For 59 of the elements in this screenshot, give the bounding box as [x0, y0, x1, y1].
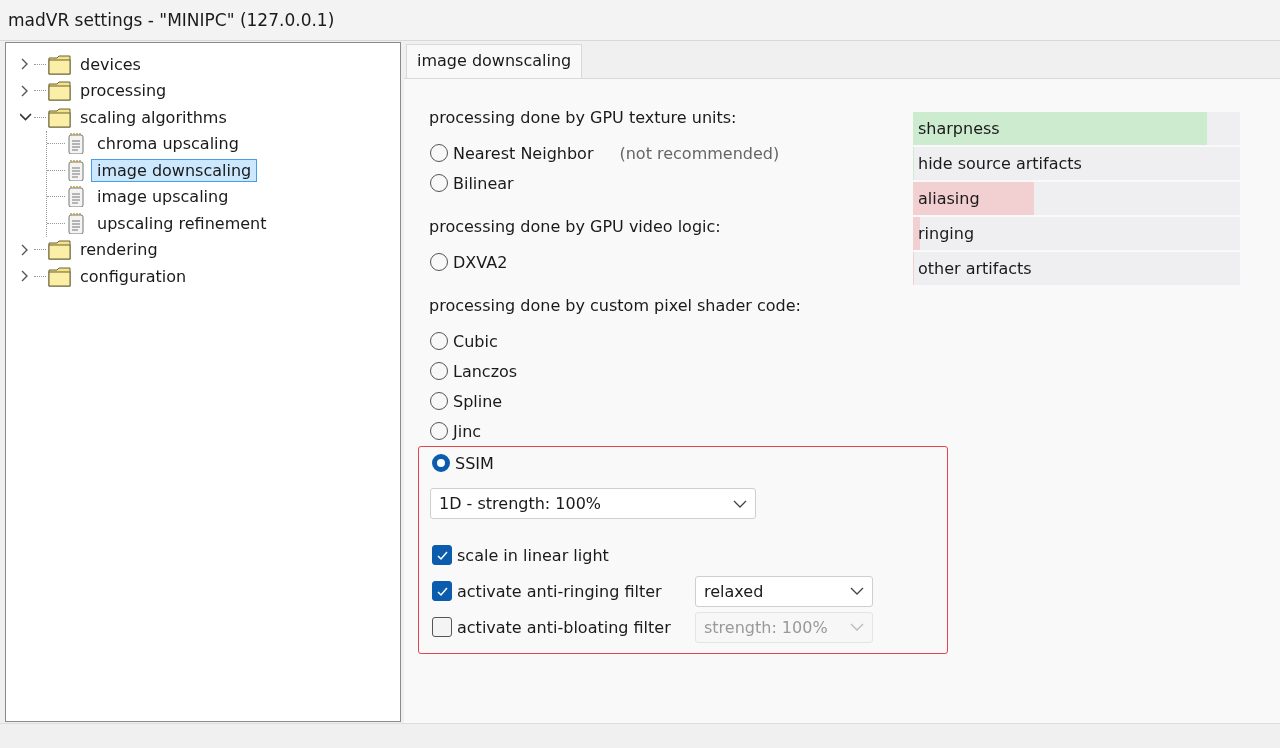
tree-item[interactable]: scaling algorithms — [74, 105, 233, 129]
option-label: Cubic — [453, 331, 498, 351]
check-icon — [435, 549, 449, 561]
tree-item[interactable]: rendering — [74, 238, 164, 262]
group-heading: processing done by custom pixel shader code: — [429, 295, 801, 317]
folder-icon — [48, 265, 71, 287]
check-icon — [435, 585, 449, 597]
radio-button[interactable] — [430, 362, 448, 380]
option-label: Jinc — [453, 421, 482, 441]
meter-label: aliasing — [917, 189, 980, 208]
tree-item[interactable]: image upscaling — [91, 185, 235, 209]
chevron-down-icon — [850, 587, 864, 595]
option-label: Nearest Neighbor — [453, 143, 594, 163]
checkbox-label: activate anti-bloating filter — [457, 617, 671, 637]
collapse-icon[interactable] — [20, 111, 32, 124]
folder-icon — [48, 106, 71, 128]
folder-icon — [48, 239, 71, 261]
radio-button[interactable] — [430, 392, 448, 410]
tree-item[interactable]: image downscaling — [91, 158, 258, 182]
tree-item[interactable]: devices — [74, 52, 147, 76]
radio-button[interactable] — [432, 454, 450, 472]
option-label: Bilinear — [453, 173, 514, 193]
folder-icon — [48, 80, 71, 102]
page-icon — [67, 186, 85, 208]
checkbox[interactable] — [432, 617, 452, 637]
radio-button[interactable] — [430, 144, 448, 162]
option-label: Lanczos — [453, 361, 518, 381]
radio-button[interactable] — [430, 253, 448, 271]
checkbox-label: activate anti-ringing filter — [457, 581, 662, 601]
tree-item[interactable]: configuration — [74, 264, 193, 288]
checkbox[interactable] — [432, 581, 452, 601]
dropdown[interactable]: 1D - strength: 100% — [430, 488, 756, 519]
page-icon — [67, 212, 85, 234]
meter-label: other artifacts — [917, 259, 1032, 278]
window-title: madVR settings - "MINIPC" (127.0.0.1) — [8, 10, 335, 30]
chevron-down-icon — [733, 499, 747, 508]
checkbox-label: scale in linear light — [457, 545, 609, 565]
dropdown[interactable]: relaxed — [695, 575, 873, 607]
meter-label: sharpness — [917, 119, 1000, 138]
group-heading: processing done by GPU texture units: — [429, 107, 737, 129]
radio-button[interactable] — [430, 174, 448, 192]
radio-button[interactable] — [430, 422, 448, 440]
option-label: SSIM — [455, 453, 494, 473]
radio-button[interactable] — [430, 332, 448, 350]
option-label: DXVA2 — [453, 252, 508, 272]
option-label: Spline — [453, 391, 503, 411]
page-icon — [67, 159, 85, 181]
tree-item[interactable]: processing — [74, 79, 173, 103]
meter-label: hide source artifacts — [917, 154, 1082, 173]
tree-item[interactable]: chroma upscaling — [91, 132, 245, 156]
tree-item[interactable]: upscaling refinement — [91, 211, 273, 235]
group-heading: processing done by GPU video logic: — [429, 216, 721, 238]
page-icon — [67, 133, 85, 155]
chevron-down-icon — [850, 623, 864, 631]
meter-label: ringing — [917, 224, 975, 243]
tab[interactable]: image downscaling — [406, 44, 583, 78]
checkbox[interactable] — [432, 545, 452, 565]
note-text: (not recommended) — [619, 143, 780, 163]
folder-icon — [48, 53, 71, 75]
